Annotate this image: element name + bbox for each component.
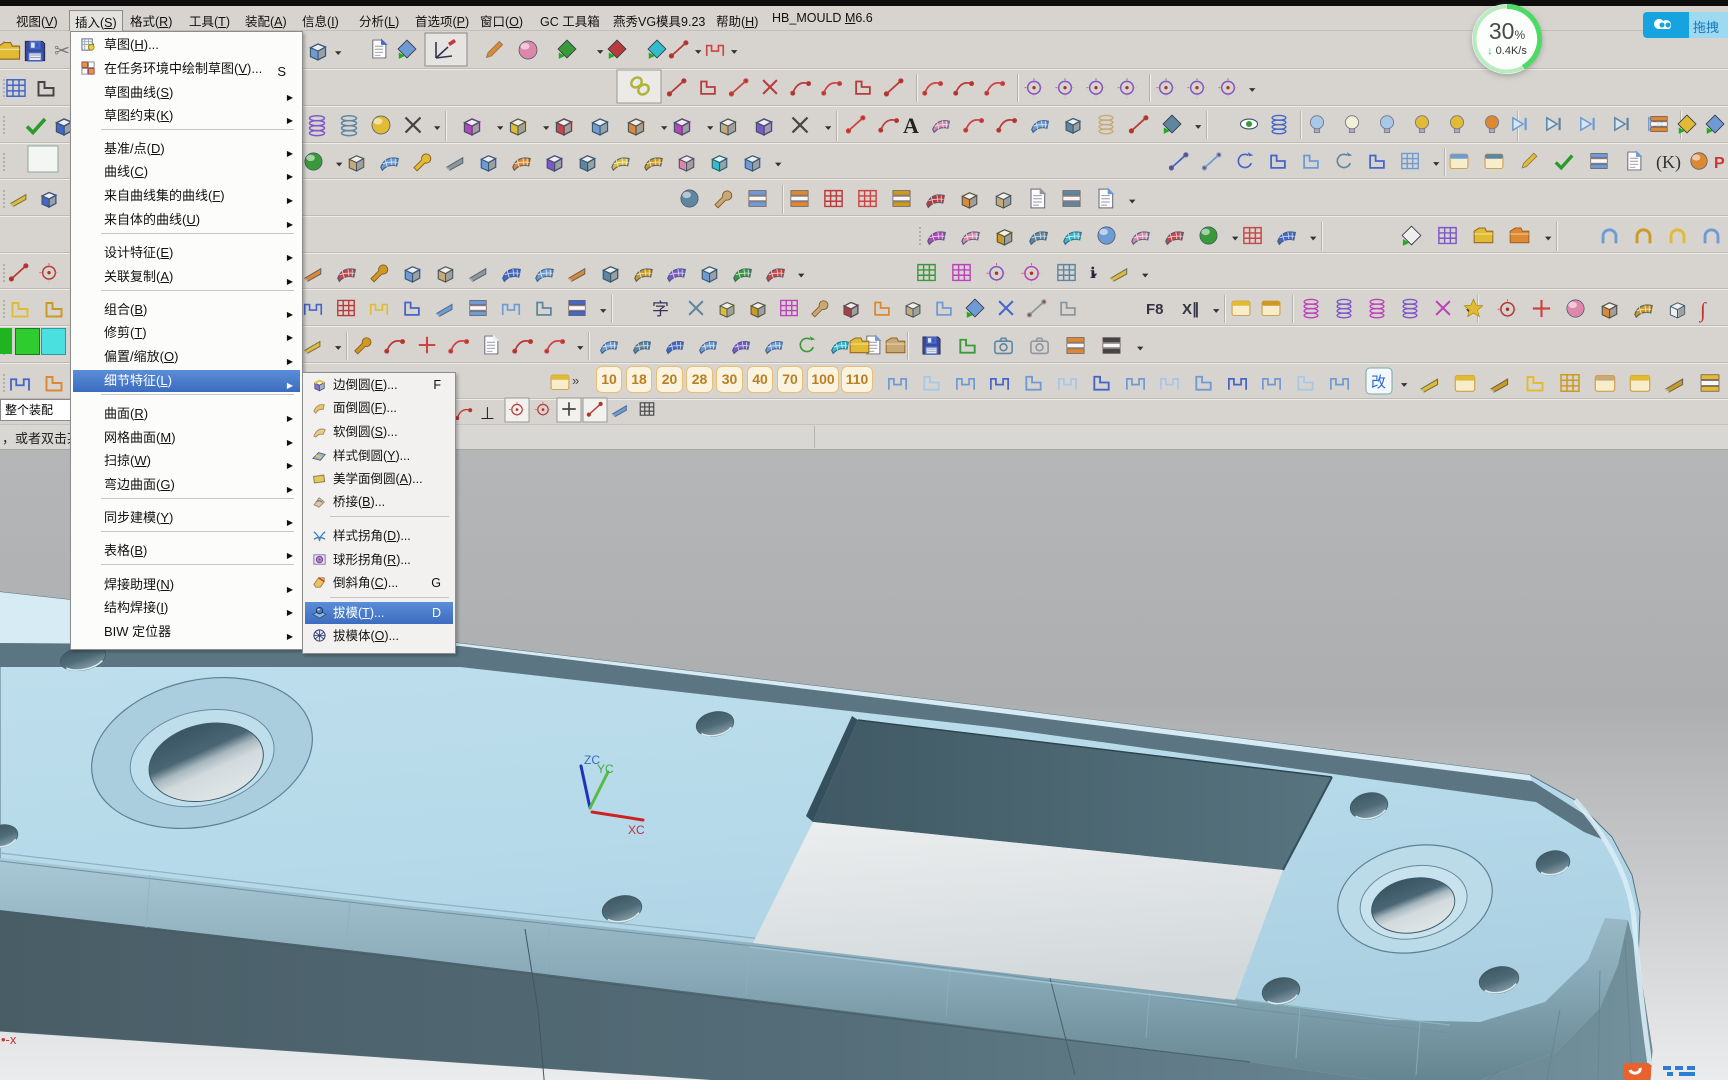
svg-text:(K): (K): [1656, 152, 1681, 173]
svg-text:改: 改: [1371, 374, 1386, 391]
svg-text:•-x: •-x: [1, 1032, 17, 1047]
svg-text:⊥: ⊥: [480, 404, 495, 423]
svg-text:P: P: [1714, 155, 1725, 172]
svg-text:X∥: X∥: [1182, 301, 1200, 318]
svg-text:XC: XC: [628, 823, 645, 837]
svg-text:✂: ✂: [54, 41, 70, 62]
svg-text:YC: YC: [597, 762, 614, 776]
svg-text:ℹ: ℹ: [1090, 265, 1096, 282]
svg-text:A: A: [903, 113, 919, 138]
svg-text:∫: ∫: [1698, 298, 1707, 323]
svg-text:字: 字: [652, 300, 669, 319]
svg-text:F8: F8: [1146, 301, 1164, 318]
svg-text:»: »: [572, 373, 579, 388]
